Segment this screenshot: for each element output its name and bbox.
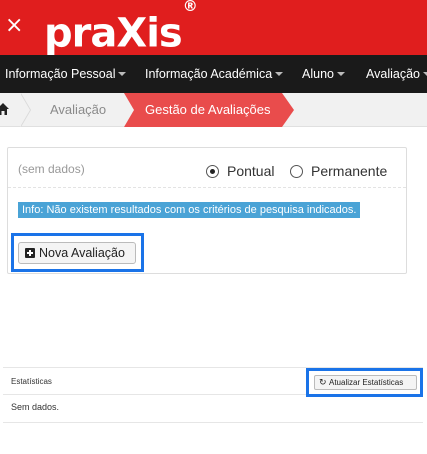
nav-item-label: Aluno — [302, 67, 334, 81]
praxis-logo[interactable]: praXis® — [44, 0, 198, 57]
evaluations-panel: (sem dados) Pontual Permanente Info: Não… — [7, 147, 407, 274]
nav-item-informacao-pessoal[interactable]: Informação Pessoal — [5, 55, 127, 93]
caret-down-icon — [422, 72, 427, 76]
plus-square-icon — [25, 248, 35, 258]
breadcrumb-item-gestao-avaliacoes[interactable]: Gestão de Avaliações — [124, 93, 294, 127]
breadcrumb-separator — [20, 93, 31, 127]
caret-down-icon — [118, 72, 127, 76]
radio-selected-dot — [210, 169, 215, 174]
nav-item-informacao-academica[interactable]: Informação Académica — [145, 55, 284, 93]
radio-permanente[interactable] — [290, 165, 303, 178]
main-navbar: Informação Pessoal Informação Académica … — [0, 55, 427, 93]
refresh-statistics-button[interactable]: ↻ Atualizar Estatísticas — [314, 375, 417, 390]
nav-item-label: Informação Pessoal — [5, 67, 116, 81]
statistics-title: Estatísticas — [11, 377, 52, 386]
nav-item-label: Avaliação — [366, 67, 420, 81]
panel-divider — [8, 187, 406, 188]
info-alert: Info: Não existem resultados com os crit… — [18, 202, 361, 218]
logo-text: praXis — [44, 10, 183, 57]
nav-item-label: Informação Académica — [145, 67, 273, 81]
refresh-statistics-label: Atualizar Estatísticas — [329, 378, 404, 387]
close-icon[interactable]: × — [5, 12, 23, 40]
radio-pontual-label[interactable]: Pontual — [227, 163, 274, 179]
new-evaluation-label: Nova Avaliação — [39, 246, 125, 260]
breadcrumb: Avaliação Gestão de Avaliações — [0, 93, 427, 127]
statistics-body-text: Sem dados. — [11, 402, 60, 412]
caret-down-icon — [336, 72, 345, 76]
registered-mark: ® — [182, 0, 198, 15]
statistics-header: Estatísticas ↻ Atualizar Estatísticas — [3, 368, 423, 397]
nav-item-aluno[interactable]: Aluno — [302, 55, 345, 93]
home-icon[interactable] — [0, 102, 10, 116]
no-data-text: (sem dados) — [18, 162, 85, 176]
statistics-panel: Estatísticas ↻ Atualizar Estatísticas Se… — [3, 367, 423, 423]
radio-pontual[interactable] — [206, 165, 219, 178]
breadcrumb-active-label: Gestão de Avaliações — [145, 102, 271, 117]
breadcrumb-item-avaliacao[interactable]: Avaliação — [50, 93, 106, 127]
caret-down-icon — [275, 72, 284, 76]
radio-permanente-label[interactable]: Permanente — [311, 163, 387, 179]
new-evaluation-button[interactable]: Nova Avaliação — [18, 242, 136, 264]
nav-item-avaliacao[interactable]: Avaliação — [366, 55, 427, 93]
refresh-icon: ↻ — [319, 378, 327, 388]
app-header: × praXis® — [0, 0, 427, 57]
